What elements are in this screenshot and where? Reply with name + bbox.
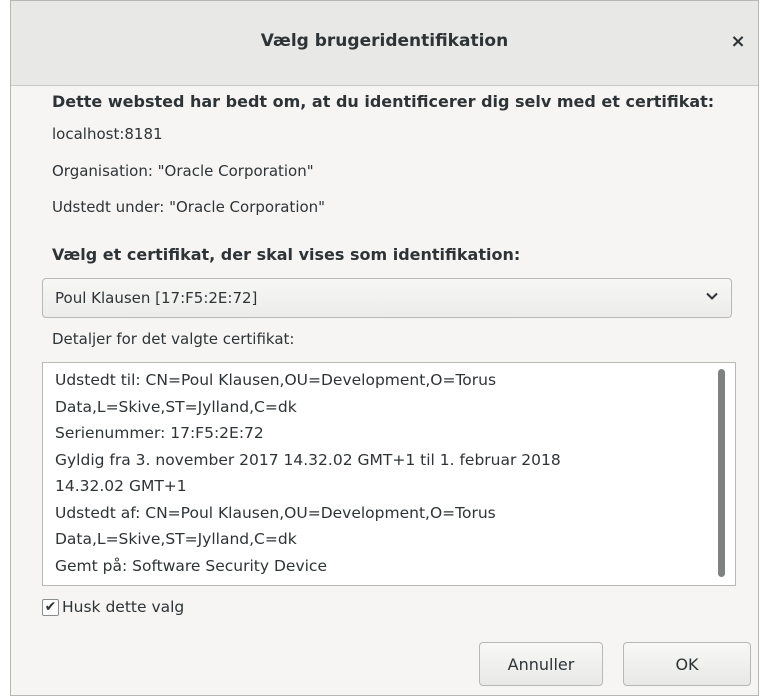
chevron-down-icon: [705, 289, 719, 307]
certificate-select-value: Poul Klausen [17:F5:2E:72]: [55, 289, 258, 307]
titlebar: Vælg brugeridentifikation ×: [11, 1, 758, 86]
certificate-select[interactable]: Poul Klausen [17:F5:2E:72]: [42, 278, 732, 318]
host-text: localhost:8181: [52, 125, 163, 143]
remember-label[interactable]: Husk dette valg: [62, 598, 184, 616]
certificate-details-box[interactable]: Udstedt til: CN=Poul Klausen,OU=Developm…: [42, 362, 736, 586]
details-label: Detaljer for det valgte certifikat:: [52, 330, 295, 348]
certificate-details-text: Udstedt til: CN=Poul Klausen,OU=Developm…: [55, 371, 561, 575]
request-heading: Dette websted har bedt om, at du identif…: [52, 92, 715, 111]
details-scrollbar[interactable]: [718, 369, 725, 577]
check-icon: ✔: [44, 599, 57, 615]
organisation-text: Organisation: "Oracle Corporation": [52, 162, 314, 180]
remember-checkbox[interactable]: ✔: [42, 598, 59, 616]
dialog-title: Vælg brugeridentifikation: [260, 31, 509, 51]
cancel-button[interactable]: Annuller: [479, 642, 603, 686]
issued-under-text: Udstedt under: "Oracle Corporation": [52, 198, 326, 216]
remember-choice-row[interactable]: ✔ Husk dette valg: [42, 598, 184, 616]
close-icon[interactable]: ×: [726, 29, 750, 53]
ok-button[interactable]: OK: [623, 642, 751, 686]
select-label: Vælg et certifikat, der skal vises som i…: [52, 245, 521, 264]
